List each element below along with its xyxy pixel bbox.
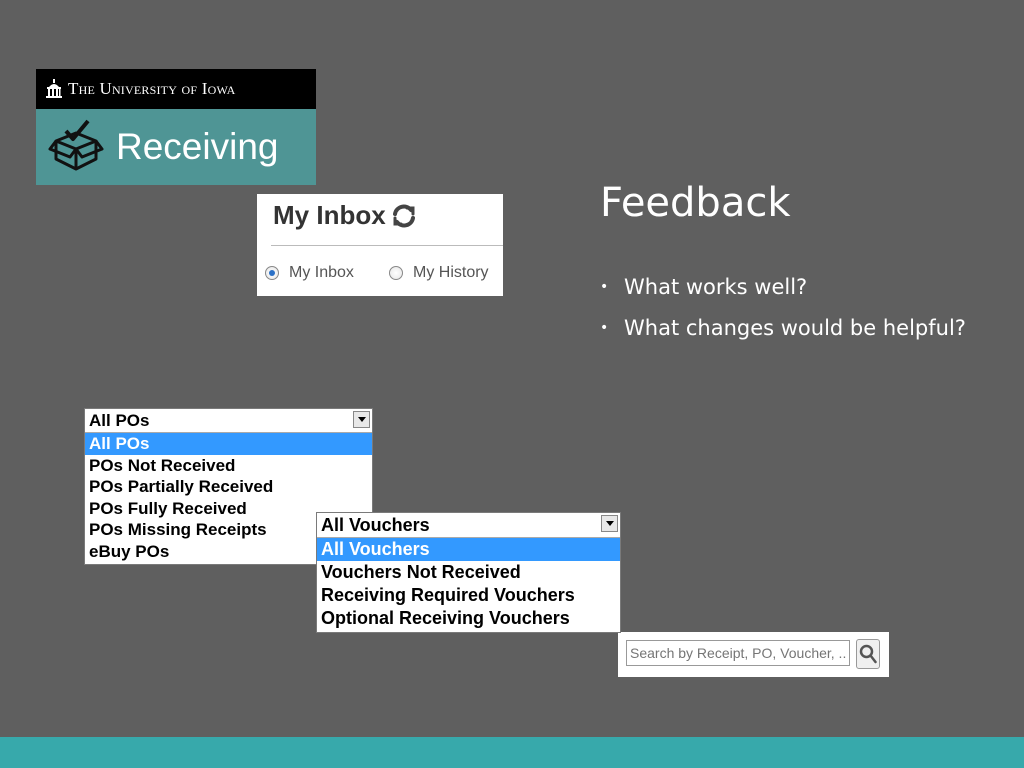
bullet-icon: • [600, 278, 609, 295]
inbox-title: My Inbox [273, 200, 386, 230]
box-check-icon [48, 119, 104, 171]
dropdown-option[interactable]: All POs [85, 433, 372, 455]
divider [271, 245, 503, 246]
my-inbox-widget: My Inbox My Inbox My History [257, 194, 503, 296]
search-input[interactable] [626, 640, 850, 666]
old-capitol-icon [46, 79, 62, 98]
university-name: The University of Iowa [68, 79, 236, 98]
receiving-banner: Receiving [36, 109, 316, 185]
dropdown-option[interactable]: POs Partially Received [85, 476, 372, 498]
radio-my-history[interactable]: My History [389, 264, 489, 282]
dropdown-option[interactable]: Optional Receiving Vouchers [317, 607, 620, 630]
radio-label: My History [413, 264, 489, 281]
feedback-bullets: • What works well? • What changes would be… [600, 266, 966, 348]
footer-bar [0, 737, 1024, 768]
dropdown-option[interactable]: POs Not Received [85, 455, 372, 477]
radio-label: My Inbox [289, 264, 354, 281]
po-filter-select[interactable]: All POs [85, 409, 372, 433]
search-icon [859, 644, 877, 664]
search-button[interactable] [856, 639, 880, 669]
chevron-down-icon[interactable] [601, 515, 618, 532]
list-item: • What works well? [600, 274, 808, 299]
dropdown-option[interactable]: Vouchers Not Received [317, 561, 620, 584]
app-title: Receiving [116, 126, 279, 167]
radio-button[interactable] [389, 266, 403, 280]
voucher-filter-dropdown[interactable]: All Vouchers All Vouchers Vouchers Not R… [316, 512, 621, 633]
university-receiving-logo: The University of Iowa Receiving [36, 69, 316, 185]
slide-title: Feedback [600, 180, 791, 226]
university-banner: The University of Iowa [36, 69, 316, 109]
dropdown-option[interactable]: Receiving Required Vouchers [317, 584, 620, 607]
inbox-header: My Inbox [273, 200, 418, 231]
search-panel [618, 632, 889, 677]
dropdown-option[interactable]: All Vouchers [317, 538, 620, 561]
bullet-icon: • [600, 319, 609, 336]
refresh-icon[interactable] [390, 202, 418, 230]
radio-my-inbox[interactable]: My Inbox [265, 264, 354, 282]
radio-button-selected[interactable] [265, 266, 279, 280]
chevron-down-icon[interactable] [353, 411, 370, 428]
voucher-filter-select[interactable]: All Vouchers [317, 513, 620, 538]
list-item: • What changes would be helpful? [600, 315, 966, 340]
